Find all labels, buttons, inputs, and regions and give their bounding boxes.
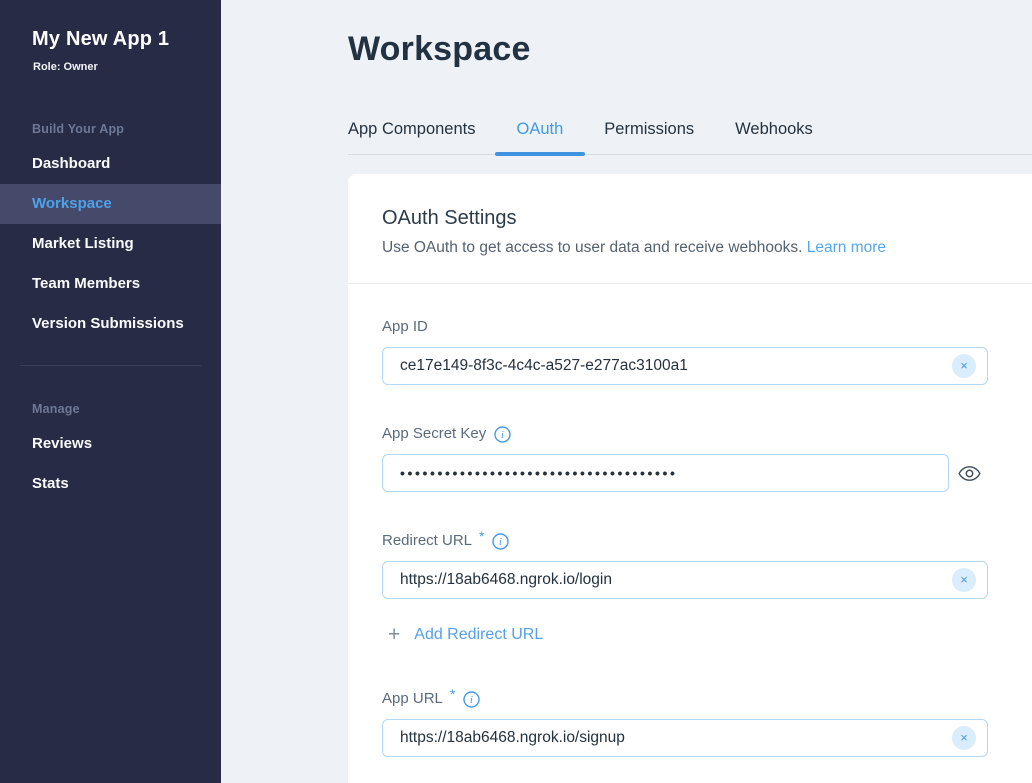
info-icon[interactable]: i [492,533,510,550]
plus-icon: + [388,623,401,646]
sidebar: My New App 1 Role: Owner Build Your App … [0,0,221,783]
app-id-label-row: App ID [382,318,998,335]
tab-permissions[interactable]: Permissions [604,120,694,139]
sidebar-section-manage: Manage [32,402,80,416]
app-id-input[interactable] [382,347,988,385]
svg-text:i: i [470,695,473,706]
field-app-id: App ID × [382,318,998,385]
sidebar-item-dashboard[interactable]: Dashboard [0,144,221,184]
tab-oauth[interactable]: OAuth [494,120,585,156]
sidebar-divider [20,365,201,366]
svg-text:i: i [501,430,504,441]
redirect-url-input[interactable] [382,561,988,599]
learn-more-link[interactable]: Learn more [807,239,886,256]
page-title: Workspace [348,30,531,68]
svg-text:i: i [500,537,503,548]
card-header: OAuth Settings Use OAuth to get access t… [348,174,1032,284]
info-icon[interactable]: i [494,426,511,443]
app-secret-row [382,454,998,492]
sidebar-item-version-submissions[interactable]: Version Submissions [0,304,221,344]
field-app-url: App URL * i × [382,686,998,757]
info-icon[interactable]: i [463,691,481,708]
sidebar-item-workspace[interactable]: Workspace [0,184,221,224]
app-url-input[interactable] [382,719,988,757]
app-id-label: App ID [382,318,428,335]
app-title: My New App 1 [32,28,170,50]
eye-icon[interactable] [958,465,981,482]
sidebar-section-build-your-app: Build Your App [32,122,125,136]
tab-app-components[interactable]: App Components [348,120,476,139]
app-id-input-wrap: × [382,347,988,385]
required-marker: * [479,527,485,544]
add-redirect-url-button[interactable]: + Add Redirect URL [388,623,544,646]
oauth-form: App ID × App Secret Key i [348,284,1032,783]
app-secret-label-row: App Secret Key i [382,425,998,443]
app-secret-label: App Secret Key [382,425,487,442]
redirect-url-label: Redirect URL [382,532,473,549]
sidebar-nav: Build Your App Dashboard Workspace Marke… [0,122,221,504]
sidebar-item-market-listing[interactable]: Market Listing [0,224,221,264]
oauth-settings-card: OAuth Settings Use OAuth to get access t… [348,174,1032,783]
clear-icon[interactable]: × [952,354,976,378]
clear-icon[interactable]: × [952,726,976,750]
sidebar-item-team-members[interactable]: Team Members [0,264,221,304]
required-marker: * [449,685,456,702]
card-description-text: Use OAuth to get access to user data and… [382,239,803,256]
redirect-url-label-row: Redirect URL * i [382,528,998,550]
tab-webhooks[interactable]: Webhooks [735,120,813,139]
card-description: Use OAuth to get access to user data and… [382,239,998,257]
app-root: My New App 1 Role: Owner Build Your App … [0,0,1032,783]
app-secret-input[interactable] [382,454,949,492]
clear-icon[interactable]: × [952,568,976,592]
main-content: Workspace App Components OAuth Permissio… [221,0,1032,783]
field-app-secret-key: App Secret Key i [382,425,998,492]
card-title: OAuth Settings [382,207,517,229]
role-label: Role: Owner [33,61,98,73]
field-redirect-url: Redirect URL * i × [382,528,998,599]
redirect-url-input-wrap: × [382,561,988,599]
tab-bar: App Components OAuth Permissions Webhook… [348,120,1032,156]
app-url-label: App URL [382,690,443,707]
add-redirect-url-label: Add Redirect URL [414,626,544,643]
app-url-input-wrap: × [382,719,988,757]
sidebar-item-stats[interactable]: Stats [0,464,221,504]
app-secret-input-wrap [382,454,949,492]
app-url-label-row: App URL * i [382,686,998,708]
sidebar-item-reviews[interactable]: Reviews [0,424,221,464]
